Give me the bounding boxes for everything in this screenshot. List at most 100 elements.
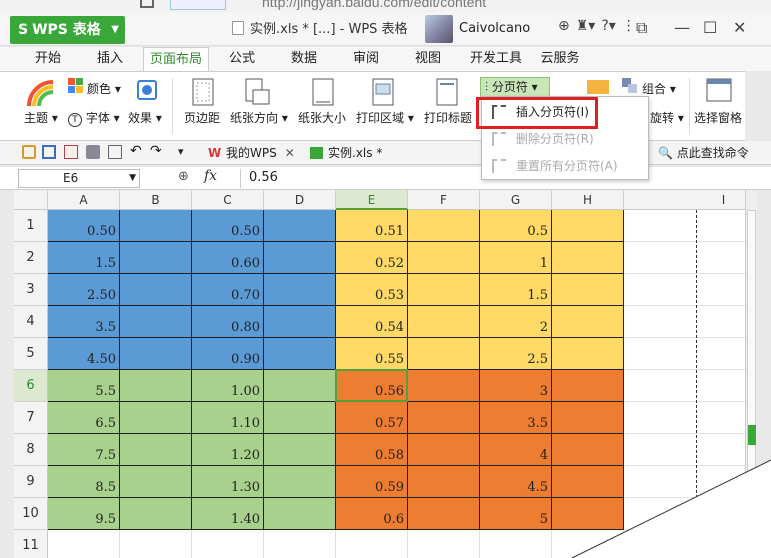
cell-b7[interactable] [120, 402, 192, 434]
cell-h4[interactable] [552, 306, 624, 338]
row-header-4[interactable]: 4 [14, 306, 48, 338]
cell-b5[interactable] [120, 338, 192, 370]
cell-f2[interactable] [408, 242, 480, 274]
cell-e4[interactable]: 0.54 [336, 306, 408, 338]
rotate-button[interactable]: 旋转 ▾ [650, 109, 684, 126]
cell-c11[interactable] [192, 530, 264, 558]
browser-url-bar[interactable]: http://jingyan.baidu.com/edit/content [0, 0, 771, 12]
print-icon[interactable] [86, 145, 100, 159]
cell-i10[interactable] [624, 498, 745, 530]
cell-c10[interactable]: 1.40 [192, 498, 264, 530]
cell-b1[interactable] [120, 210, 192, 242]
cell-i6[interactable] [624, 370, 745, 402]
row-header-8[interactable]: 8 [14, 434, 48, 466]
export-pdf-icon[interactable] [64, 145, 78, 159]
more-icon[interactable]: ⋮ [622, 18, 636, 34]
cell-e11[interactable] [336, 530, 408, 558]
cell-i1[interactable] [624, 210, 745, 242]
function-icon[interactable]: fx [204, 168, 217, 184]
cell-e1[interactable]: 0.51 [336, 210, 408, 242]
scrollbar-thumb[interactable] [747, 210, 756, 510]
cell-e10[interactable]: 0.6 [336, 498, 408, 530]
cell-g10[interactable]: 5 [480, 498, 552, 530]
cell-e7[interactable]: 0.57 [336, 402, 408, 434]
cell-e8[interactable]: 0.58 [336, 434, 408, 466]
cell-a3[interactable]: 2.50 [48, 274, 120, 306]
cell-f10[interactable] [408, 498, 480, 530]
cell-h10[interactable] [552, 498, 624, 530]
cell-i8[interactable] [624, 434, 745, 466]
cell-f5[interactable] [408, 338, 480, 370]
select-all-corner[interactable] [14, 190, 48, 210]
ribbon-scrollbar[interactable] [745, 71, 755, 141]
tab-document[interactable]: 实例.xls * [308, 143, 382, 163]
paper-size-button[interactable]: 纸张大小 [298, 109, 346, 126]
cell-g1[interactable]: 0.5 [480, 210, 552, 242]
column-header-b[interactable]: B [120, 190, 192, 210]
wps-app-button[interactable]: S WPS 表格 ▼ [10, 16, 125, 44]
cell-i2[interactable] [624, 242, 745, 274]
maximize-icon[interactable]: ☐ [703, 18, 717, 37]
row-header-5[interactable]: 5 [14, 338, 48, 370]
cell-c4[interactable]: 0.80 [192, 306, 264, 338]
cell-c9[interactable]: 1.30 [192, 466, 264, 498]
column-header-h[interactable]: H [552, 190, 624, 210]
color-button[interactable]: 颜色 ▾ [87, 80, 121, 97]
cell-i5[interactable] [624, 338, 745, 370]
tab-developer[interactable]: 开发工具 [464, 47, 528, 71]
cell-a8[interactable]: 7.5 [48, 434, 120, 466]
row-header-6[interactable]: 6 [14, 370, 48, 402]
cell-e6[interactable]: 0.56 [336, 370, 408, 402]
avatar[interactable] [425, 15, 453, 43]
print-area-button[interactable]: 打印区域 ▾ [356, 109, 414, 126]
cell-g3[interactable]: 1.5 [480, 274, 552, 306]
restore-window-icon[interactable]: ⧉ [636, 18, 647, 38]
cell-g5[interactable]: 2.5 [480, 338, 552, 370]
cell-c3[interactable]: 0.70 [192, 274, 264, 306]
cell-h11[interactable] [552, 530, 624, 558]
cell-b3[interactable] [120, 274, 192, 306]
cell-d11[interactable] [264, 530, 336, 558]
print-preview-icon[interactable] [108, 145, 122, 159]
cell-a9[interactable]: 8.5 [48, 466, 120, 498]
font-button[interactable]: T 字体 ▾ [68, 109, 120, 127]
cell-d5[interactable] [264, 338, 336, 370]
cell-d10[interactable] [264, 498, 336, 530]
browser-button[interactable] [170, 0, 226, 10]
cell-h8[interactable] [552, 434, 624, 466]
row-header-3[interactable]: 3 [14, 274, 48, 306]
cell-i4[interactable] [624, 306, 745, 338]
shirt-icon[interactable]: ♜▾ [576, 18, 596, 34]
page-break-button[interactable]: ⫶ 分页符 ▾ [480, 77, 550, 97]
cell-e5[interactable]: 0.55 [336, 338, 408, 370]
cell-c1[interactable]: 0.50 [192, 210, 264, 242]
help-icon[interactable]: ?▾ [601, 18, 615, 34]
cell-g7[interactable]: 3.5 [480, 402, 552, 434]
close-icon[interactable]: ✕ [733, 18, 746, 37]
cell-b8[interactable] [120, 434, 192, 466]
tab-data[interactable]: 数据 [280, 47, 328, 71]
cell-h9[interactable] [552, 466, 624, 498]
cell-h7[interactable] [552, 402, 624, 434]
row-header-11[interactable]: 11 [14, 530, 48, 558]
redo-icon[interactable]: ↷ [150, 143, 164, 159]
cell-f7[interactable] [408, 402, 480, 434]
cell-e9[interactable]: 0.59 [336, 466, 408, 498]
tab-cloud[interactable]: 云服务 [534, 47, 586, 71]
cell-e3[interactable]: 0.53 [336, 274, 408, 306]
cell-a5[interactable]: 4.50 [48, 338, 120, 370]
tab-formula[interactable]: 公式 [218, 47, 266, 71]
theme-icon[interactable] [27, 80, 55, 108]
insert-page-break-item[interactable]: 插入分页符(I) [482, 101, 648, 123]
cell-d4[interactable] [264, 306, 336, 338]
cell-b2[interactable] [120, 242, 192, 274]
cell-h1[interactable] [552, 210, 624, 242]
row-header-9[interactable]: 9 [14, 466, 48, 498]
column-header-c[interactable]: C [192, 190, 264, 210]
cell-h6[interactable] [552, 370, 624, 402]
cell-h2[interactable] [552, 242, 624, 274]
cell-f4[interactable] [408, 306, 480, 338]
home-icon[interactable] [140, 0, 154, 8]
cell-g8[interactable]: 4 [480, 434, 552, 466]
row-header-2[interactable]: 2 [14, 242, 48, 274]
